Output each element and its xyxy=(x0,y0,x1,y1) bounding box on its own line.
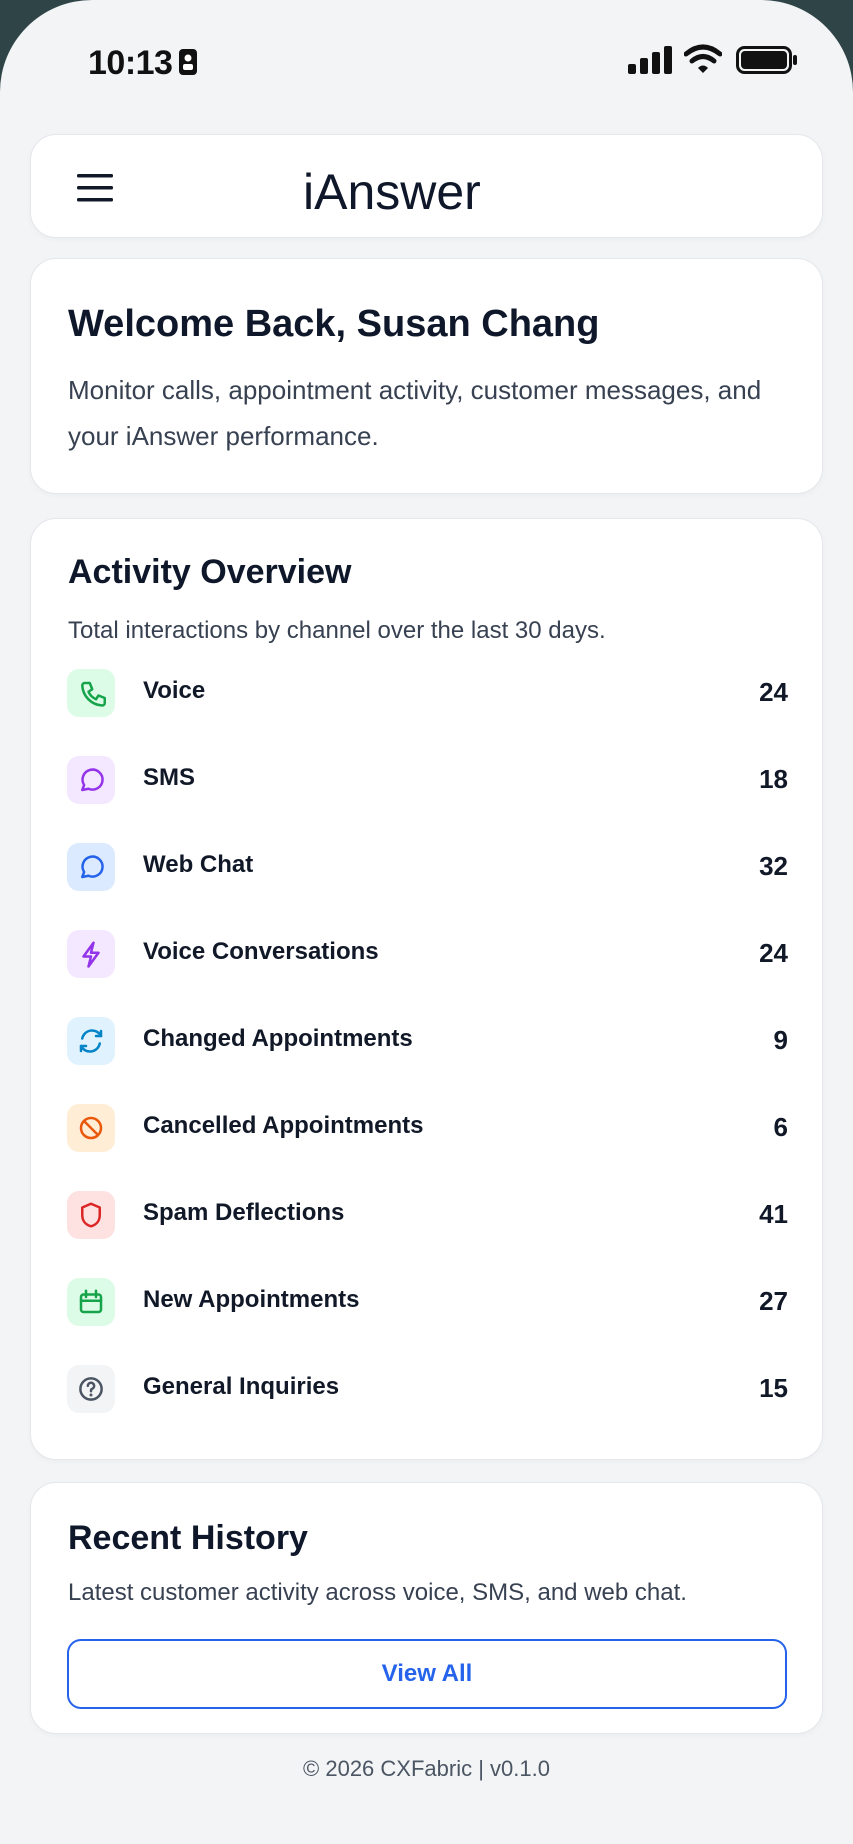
phone-screen: 10:13 iAnswer Welcome Back, Susan Chang … xyxy=(0,0,853,1844)
channel-label: Spam Deflections xyxy=(143,1199,345,1226)
channel-row[interactable]: Changed Appointments 9 xyxy=(31,1017,824,1104)
svg-text:iAnswer: iAnswer xyxy=(303,164,481,219)
channel-label: Voice Conversations xyxy=(143,938,379,965)
channel-label: Web Chat xyxy=(143,851,254,878)
channel-count: 41 xyxy=(759,1199,788,1229)
channel-count: 9 xyxy=(773,1025,788,1055)
channel-count: 27 xyxy=(759,1286,788,1316)
channel-row[interactable]: Voice Conversations 24 xyxy=(31,930,824,1017)
channel-label: General Inquiries xyxy=(143,1373,340,1400)
message-circle-icon xyxy=(67,756,115,804)
wifi-icon xyxy=(684,44,722,73)
sim-card-icon xyxy=(179,49,197,75)
activity-title: Activity Overview xyxy=(68,553,352,591)
help-circle-icon xyxy=(67,1365,115,1413)
channel-count: 32 xyxy=(759,851,788,881)
channel-count: 18 xyxy=(759,764,788,794)
ban-icon xyxy=(67,1104,115,1152)
channel-row[interactable]: Cancelled Appointments 6 xyxy=(31,1104,824,1191)
channel-row[interactable]: New Appointments 27 xyxy=(31,1278,824,1365)
activity-overview-card: Activity Overview Total interactions by … xyxy=(30,518,823,1460)
channel-count: 24 xyxy=(759,677,788,707)
recent-history-card: Recent History Latest customer activity … xyxy=(30,1482,823,1734)
channel-count: 24 xyxy=(759,938,788,968)
calendar-icon xyxy=(67,1278,115,1326)
channel-row[interactable]: General Inquiries 15 xyxy=(31,1365,824,1452)
view-all-button[interactable]: View All xyxy=(67,1639,787,1709)
shield-icon xyxy=(67,1191,115,1239)
channel-row[interactable]: SMS 18 xyxy=(31,756,824,843)
footer-text: © 2026 CXFabric | v0.1.0 xyxy=(303,1756,550,1781)
welcome-title: Welcome Back, Susan Chang xyxy=(68,303,600,345)
channel-count: 6 xyxy=(773,1112,788,1142)
chat-bubble-icon xyxy=(67,843,115,891)
activity-subtitle: Total interactions by channel over the l… xyxy=(68,617,606,644)
channel-row[interactable]: Web Chat 32 xyxy=(31,843,824,930)
welcome-card: Welcome Back, Susan Chang Monitor calls,… xyxy=(30,258,823,494)
hamburger-menu-icon[interactable] xyxy=(77,173,115,203)
status-bar: 10:13 xyxy=(0,0,853,120)
history-subtitle: Latest customer activity across voice, S… xyxy=(68,1579,687,1606)
channel-count: 15 xyxy=(759,1373,788,1403)
channel-label: SMS xyxy=(143,764,196,791)
logo-mark: iAnswer xyxy=(303,164,481,220)
phone-icon xyxy=(67,669,115,717)
channel-label: Cancelled Appointments xyxy=(143,1112,424,1139)
battery-icon xyxy=(736,46,797,74)
channel-list: Voice 24 SMS 18 Web Chat 32 Voice Conversation… xyxy=(31,669,824,1452)
welcome-subtitle: Monitor calls, appointment activity, cus… xyxy=(68,375,762,451)
status-time: 10:13 xyxy=(88,44,173,82)
channel-label: Voice xyxy=(143,677,206,704)
history-title: Recent History xyxy=(68,1519,308,1557)
channel-label: New Appointments xyxy=(143,1286,360,1313)
signal-icon xyxy=(628,46,672,74)
channel-row[interactable]: Spam Deflections 41 xyxy=(31,1191,824,1278)
app-logo: iAnswer xyxy=(303,155,563,220)
channel-label: Changed Appointments xyxy=(143,1025,413,1052)
lightning-icon xyxy=(67,930,115,978)
app-header: iAnswer xyxy=(30,134,823,238)
channel-row[interactable]: Voice 24 xyxy=(31,669,824,756)
refresh-icon xyxy=(67,1017,115,1065)
